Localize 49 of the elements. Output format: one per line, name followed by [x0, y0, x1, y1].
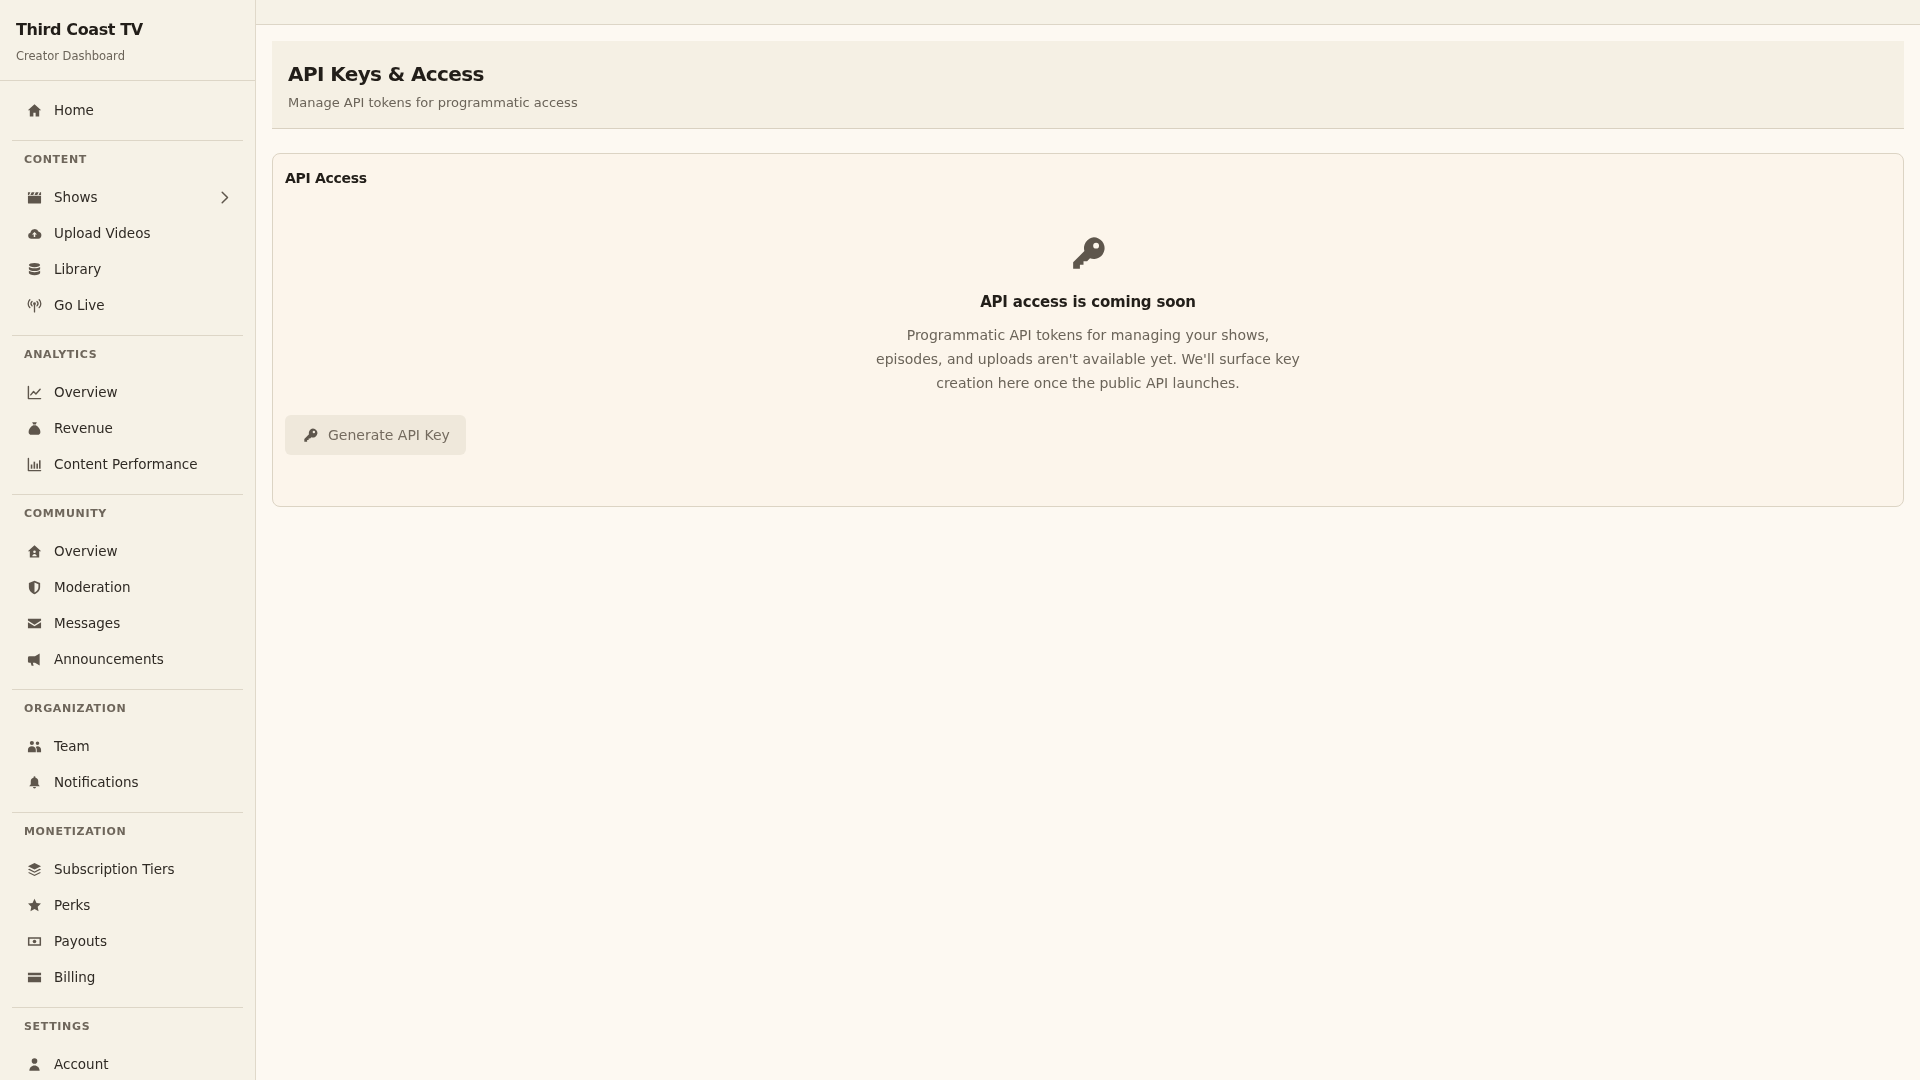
nav-item[interactable]: Go Live: [12, 287, 243, 323]
person-icon: [27, 1056, 42, 1072]
nav-item[interactable]: Overview: [12, 374, 243, 410]
layers-icon: [27, 861, 42, 877]
antenna-icon: [27, 297, 42, 313]
house-icon: [27, 102, 42, 118]
nav-item[interactable]: Moderation: [12, 569, 243, 605]
nav-item[interactable]: Notifications: [12, 764, 243, 800]
nav-item[interactable]: Subscription Tiers: [12, 851, 243, 887]
nav-item[interactable]: Messages: [12, 605, 243, 641]
nav-item[interactable]: Home: [12, 92, 243, 128]
nav-item[interactable]: Announcements: [12, 641, 243, 677]
page-subtitle: Manage API tokens for programmatic access: [288, 94, 579, 112]
nav-item[interactable]: Content Performance: [12, 446, 243, 482]
nav-item[interactable]: Upload Videos: [12, 215, 243, 251]
card-title: API Access: [285, 169, 368, 188]
key-icon: [1070, 236, 1106, 272]
people-icon: [27, 738, 42, 754]
section-heading: SETTINGS: [23, 1019, 92, 1035]
line-chart-icon: [27, 384, 42, 400]
shield-icon: [27, 579, 42, 595]
nav-item[interactable]: Overview: [12, 533, 243, 569]
nav-item[interactable]: Revenue: [12, 410, 243, 446]
clapperboard-icon: [27, 189, 42, 205]
page-title: API Keys & Access: [288, 61, 485, 88]
nav-item[interactable]: Perks: [12, 887, 243, 923]
empty-state-text: Programmatic API tokens for managing your shows, episodes, and uploads aren't available yet. We'll surface key creation here once the public API launches.: [875, 326, 1301, 393]
section-heading: ANALYTICS: [23, 347, 99, 363]
brand-title: Third Coast TV: [16, 19, 144, 41]
nav-item[interactable]: Billing: [12, 959, 243, 995]
brand-subtitle: Creator Dashboard: [16, 48, 126, 64]
section-heading: CONTENT: [23, 152, 88, 168]
money-bag-icon: [27, 420, 42, 436]
nav-item[interactable]: Payouts: [12, 923, 243, 959]
star-icon: [27, 897, 42, 913]
nav-item[interactable]: Account: [12, 1046, 243, 1080]
database-icon: [27, 261, 42, 277]
bell-icon: [27, 774, 42, 790]
key-icon: [303, 427, 318, 443]
section-heading: MONETIZATION: [23, 824, 128, 840]
megaphone-icon: [27, 651, 42, 667]
nav-item[interactable]: Team: [12, 728, 243, 764]
empty-state-heading: API access is coming soon: [980, 292, 1196, 313]
nav-item[interactable]: Library: [12, 251, 243, 287]
bar-chart-icon: [27, 456, 42, 472]
nav-item[interactable]: Shows: [12, 179, 243, 215]
section-heading: COMMUNITY: [23, 506, 108, 522]
section-heading: ORGANIZATION: [23, 701, 128, 717]
house-icon: [27, 543, 42, 559]
